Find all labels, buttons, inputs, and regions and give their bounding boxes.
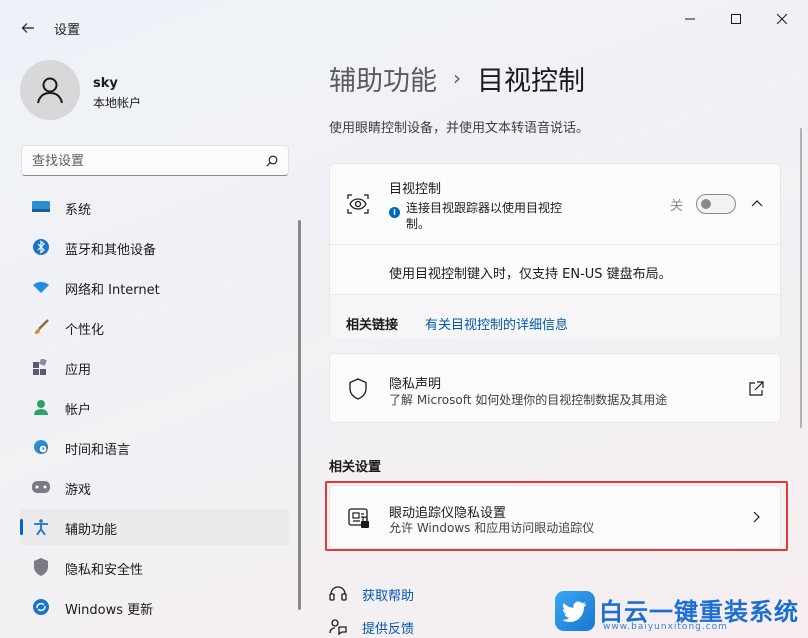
get-help-link[interactable]: 获取帮助 [329,583,414,605]
sidebar-item-system[interactable]: 系统 [20,189,290,225]
sidebar-item-label: 蓝牙和其他设备 [65,243,157,258]
breadcrumb-parent[interactable]: 辅助功能 [329,59,437,98]
search-box [21,145,289,176]
collapse-button[interactable] [748,194,766,212]
related-links-row: 相关链接 有关目视控制的详细信息 [330,294,780,338]
info-icon: i [389,207,400,218]
sidebar-item-personalization[interactable]: 个性化 [20,309,290,345]
sidebar-item-label: 应用 [65,363,92,378]
gamepad-icon [32,478,50,496]
feedback-label: 提供反馈 [362,621,415,637]
privacy-statement-description: 了解 Microsoft 如何处理你的目视控制数据及其用途 [389,393,668,407]
chevron-up-icon [751,200,763,207]
sidebar-item-bluetooth[interactable]: 蓝牙和其他设备 [20,229,290,265]
search-input[interactable] [32,152,252,170]
maximize-button[interactable] [713,4,759,34]
eye-tracker-privacy-description: 允许 Windows 和应用访问眼动追踪仪 [389,521,595,535]
globe-clock-icon [32,438,50,456]
sidebar-item-apps[interactable]: 应用 [20,349,290,385]
wifi-icon [32,278,50,296]
related-settings-heading: 相关设置 [329,460,382,475]
eye-control-toggle[interactable] [696,194,736,214]
eye-tracker-privacy-card[interactable]: 眼动追踪仪隐私设置 允许 Windows 和应用访问眼动追踪仪 [329,485,781,549]
eye-control-row[interactable]: 目视控制 i 连接目视跟踪器以使用目视控制。 关 [330,164,780,244]
back-arrow-icon [21,23,34,33]
sidebar-item-accessibility[interactable]: 辅助功能 [20,509,290,545]
page-title: 目视控制 [477,65,585,97]
sidebar-item-time-language[interactable]: 时间和语言 [20,429,290,465]
twitter-bird-logo-icon [555,591,595,631]
watermark-url: www.baiyunxitong.com [603,622,728,632]
eye-control-details-link[interactable]: 有关目视控制的详细信息 [425,314,568,333]
shield-icon [32,558,50,576]
sidebar-item-label: 网络和 Internet [65,283,160,298]
keyboard-layout-note: 使用目视控制键入时，仅支持 EN-US 键盘布局。 [389,267,672,282]
maximize-icon [731,14,741,24]
breadcrumb-separator: › [453,66,461,90]
bluetooth-icon [32,238,50,256]
sidebar-item-label: 时间和语言 [65,443,131,458]
sidebar-item-windows-update[interactable]: Windows 更新 [20,589,290,625]
eye-control-title: 目视控制 [389,182,442,197]
sidebar-item-label: 辅助功能 [65,523,118,538]
toggle-knob [701,199,711,209]
avatar [20,60,80,120]
person-avatar-icon [37,77,63,104]
sidebar-item-label: Windows 更新 [65,603,154,618]
sidebar-item-gaming[interactable]: 游戏 [20,469,290,505]
breadcrumb: 辅助功能 › 目视控制 [329,58,585,98]
related-links-label: 相关链接 [346,318,399,333]
chevron-right-icon [753,511,760,523]
shield-outline-icon [349,378,367,400]
minimize-icon [685,18,695,20]
apps-icon [32,358,50,376]
settings-window: 设置 sky 本地帐户 系统 蓝牙和其他设备 [0,0,808,638]
page-description: 使用眼睛控制设备，并使用文本转语音说话。 [329,121,590,136]
privacy-statement-card[interactable]: 隐私声明 了解 Microsoft 如何处理你的目视控制数据及其用途 [329,353,781,423]
back-button[interactable] [14,14,42,42]
update-icon [32,598,50,616]
sidebar-item-label: 帐户 [65,403,92,418]
sidebar-item-label: 隐私和安全性 [65,563,144,578]
sidebar-scrollbar[interactable] [298,220,301,610]
sidebar-item-network[interactable]: 网络和 Internet [20,269,290,305]
main-scrollbar[interactable] [800,128,802,428]
app-title: 设置 [54,23,81,38]
keyboard-layout-note-row: 使用目视控制键入时，仅支持 EN-US 键盘布局。 [330,244,780,294]
eye-scan-icon [347,194,369,214]
title-bar: 设置 [0,0,808,52]
feedback-icon [329,618,347,636]
person-icon [32,398,50,416]
monitor-icon [32,198,50,216]
external-link-icon [749,381,764,396]
eye-tracker-lock-icon [348,508,369,528]
accessibility-icon [32,518,50,536]
eye-control-card: 目视控制 i 连接目视跟踪器以使用目视控制。 关 使用目视控制键入时，仅支持 E… [329,163,781,338]
brush-icon [32,318,50,336]
sidebar-item-label: 个性化 [65,323,105,338]
close-button[interactable] [759,4,805,34]
close-icon [777,14,787,24]
sidebar-item-label: 游戏 [65,483,92,498]
account-type: 本地帐户 [93,96,142,110]
sidebar-item-label: 系统 [65,203,92,218]
minimize-button[interactable] [667,4,713,34]
toggle-state-label: 关 [670,199,684,214]
sidebar-item-privacy-security[interactable]: 隐私和安全性 [20,549,290,585]
get-help-label: 获取帮助 [362,588,415,604]
help-icon [329,585,347,603]
feedback-link[interactable]: 提供反馈 [329,616,414,638]
sidebar-item-accounts[interactable]: 帐户 [20,389,290,425]
open-button [748,508,766,526]
privacy-statement-title: 隐私声明 [389,377,442,392]
search-icon[interactable] [263,152,281,170]
user-name: sky [93,76,118,91]
watermark: 白云一键重装系统 www.baiyunxitong.com [555,591,805,636]
user-profile[interactable]: sky 本地帐户 [20,60,290,120]
sidebar-nav: 系统 蓝牙和其他设备 网络和 Internet 个性化 应用 帐户 时间和语言 [20,189,290,629]
eye-control-info: 连接目视跟踪器以使用目视控制。 [406,201,563,231]
